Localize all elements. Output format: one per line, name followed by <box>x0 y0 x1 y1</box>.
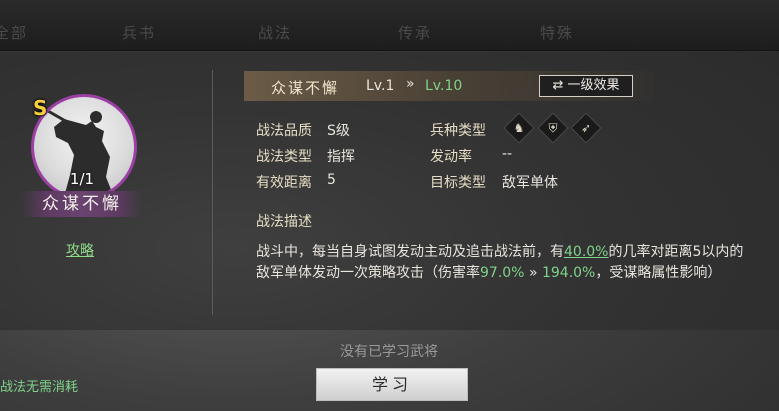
tab-all[interactable]: 全部 <box>0 22 28 43</box>
tab-skills[interactable]: 战法 <box>258 22 292 43</box>
desc-text: 的几率对距离5以内的 <box>608 244 744 260</box>
no-cost-text: 战法无需消耗 <box>0 380 79 395</box>
desc-damage-value: 97.0% <box>480 265 525 281</box>
type-value: 指挥 <box>327 149 355 165</box>
swap-arrows-icon: ⇄ <box>552 78 564 93</box>
effect-level-button[interactable]: ⇄ 一级效果 <box>539 75 633 97</box>
level-current: Lv.1 <box>366 78 395 94</box>
learn-button[interactable]: 学习 <box>316 368 468 401</box>
desc-chance-value: 40.0% <box>564 244 609 260</box>
level-arrow: » <box>406 76 415 92</box>
description-title: 战法描述 <box>256 214 312 230</box>
no-learned-text: 没有已学习武将 <box>340 344 438 360</box>
desc-text: ，受谋略属性影响） <box>595 265 722 281</box>
level-max: Lv.10 <box>425 78 463 94</box>
range-label: 有效距离 <box>256 175 312 191</box>
tab-inherit[interactable]: 传承 <box>398 22 432 43</box>
effect-level-label: 一级效果 <box>567 78 620 93</box>
grade-badge: S <box>33 96 48 120</box>
top-tab-bar: 全部 兵书 战法 传承 特殊 <box>0 0 779 51</box>
quality-label: 战法品质 <box>256 123 312 139</box>
header-skill-name: 众谋不懈 <box>271 79 340 97</box>
divider <box>212 70 213 315</box>
description-line-2: 敌军单体发动一次策略攻击（伤害率97.0% » 194.0%，受谋略属性影响） <box>256 262 721 282</box>
type-label: 战法类型 <box>256 149 312 165</box>
quality-value: S级 <box>327 123 350 139</box>
strategy-link[interactable]: 攻略 <box>66 240 94 260</box>
desc-arrow: » <box>528 265 538 281</box>
target-label: 目标类型 <box>430 175 486 191</box>
rate-value: -- <box>502 146 513 162</box>
range-value: 5 <box>327 172 336 188</box>
desc-text: 敌军单体发动一次策略攻击（伤害率 <box>256 265 480 281</box>
description-line-1: 战斗中，每当自身试图发动主动及追击战法前，有40.0%的几率对距离5以内的 <box>256 241 743 261</box>
rate-label: 发动率 <box>430 149 472 165</box>
target-value: 敌军单体 <box>502 175 558 191</box>
tab-special[interactable]: 特殊 <box>540 22 574 43</box>
skill-name-banner: 众谋不懈 <box>22 191 142 217</box>
desc-text: 战斗中，每当自身试图发动主动及追击战法前，有 <box>256 244 564 260</box>
tab-books[interactable]: 兵书 <box>122 22 156 43</box>
troop-type-label: 兵种类型 <box>430 123 486 139</box>
desc-damage-max-value: 194.0% <box>541 265 596 281</box>
skill-count: 1/1 <box>69 170 95 188</box>
